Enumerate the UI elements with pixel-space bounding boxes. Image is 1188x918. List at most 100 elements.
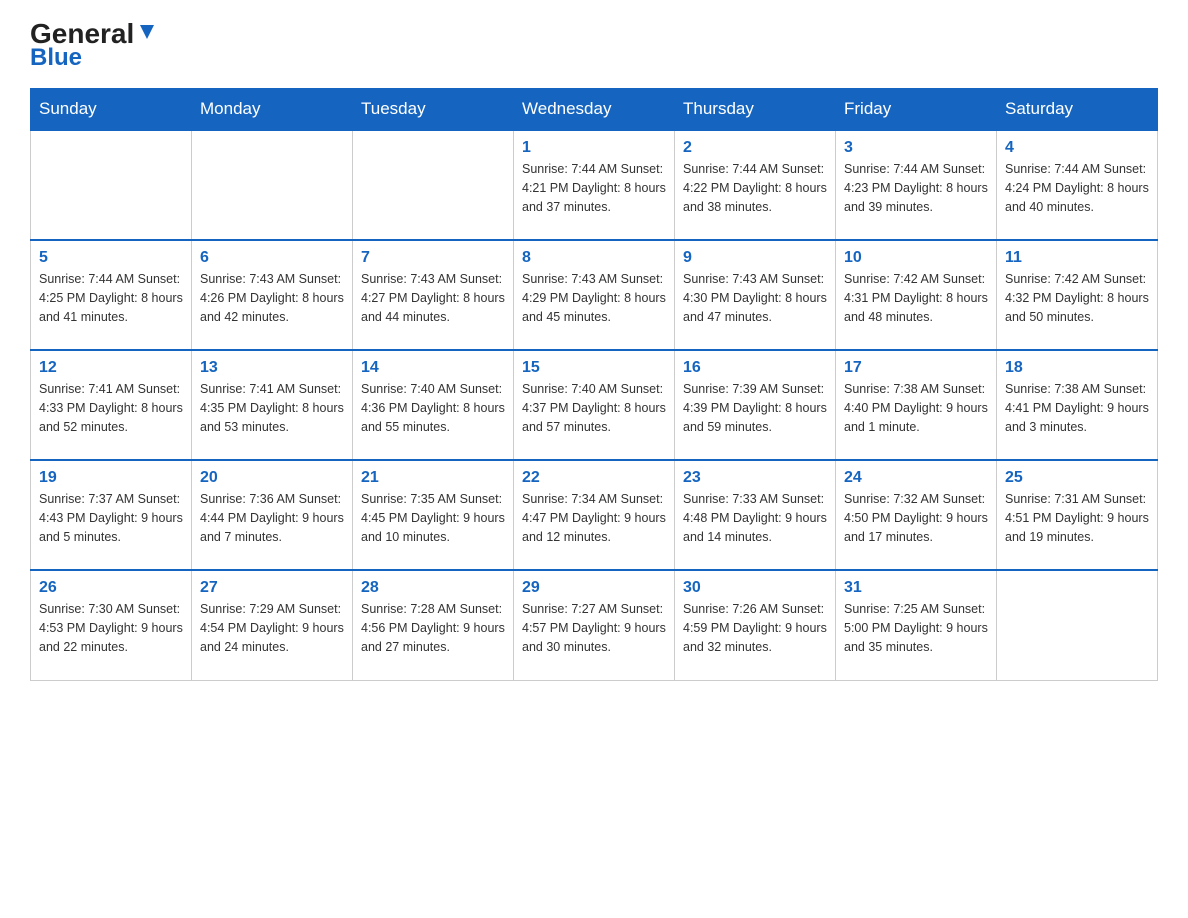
calendar-cell: 27 Sunrise: 7:29 AM Sunset: 4:54 PM Dayli… — [192, 570, 353, 680]
col-header-monday: Monday — [192, 89, 353, 131]
day-info: Sunrise: 7:40 AM Sunset: 4:37 PM Dayligh… — [522, 380, 666, 436]
day-info: Sunrise: 7:44 AM Sunset: 4:21 PM Dayligh… — [522, 160, 666, 216]
day-info: Sunrise: 7:39 AM Sunset: 4:39 PM Dayligh… — [683, 380, 827, 436]
day-info: Sunrise: 7:32 AM Sunset: 4:50 PM Dayligh… — [844, 490, 988, 546]
day-info: Sunrise: 7:35 AM Sunset: 4:45 PM Dayligh… — [361, 490, 505, 546]
day-number: 6 — [200, 249, 344, 267]
day-info: Sunrise: 7:30 AM Sunset: 4:53 PM Dayligh… — [39, 600, 183, 656]
col-header-wednesday: Wednesday — [514, 89, 675, 131]
day-number: 20 — [200, 469, 344, 487]
day-number: 31 — [844, 579, 988, 597]
day-info: Sunrise: 7:44 AM Sunset: 4:25 PM Dayligh… — [39, 270, 183, 326]
calendar-cell: 17 Sunrise: 7:38 AM Sunset: 4:40 PM Dayli… — [836, 350, 997, 460]
calendar-cell: 29Sunrise: 7:27 AM Sunset: 4:57 PM Dayli… — [514, 570, 675, 680]
calendar-cell — [192, 130, 353, 240]
calendar-cell: 6 Sunrise: 7:43 AM Sunset: 4:26 PM Daylig… — [192, 240, 353, 350]
calendar-table: SundayMondayTuesdayWednesdayThursdayFrid… — [30, 88, 1158, 681]
calendar-cell: 25 Sunrise: 7:31 AM Sunset: 4:51 PM Dayli… — [997, 460, 1158, 570]
calendar-cell: 8 Sunrise: 7:43 AM Sunset: 4:29 PM Daylig… — [514, 240, 675, 350]
day-info: Sunrise: 7:33 AM Sunset: 4:48 PM Dayligh… — [683, 490, 827, 546]
day-number: 3 — [844, 139, 988, 157]
calendar-cell — [353, 130, 514, 240]
calendar-week-3: 12Sunrise: 7:41 AM Sunset: 4:33 PM Dayli… — [31, 350, 1158, 460]
day-info: Sunrise: 7:43 AM Sunset: 4:26 PM Dayligh… — [200, 270, 344, 326]
col-header-sunday: Sunday — [31, 89, 192, 131]
day-number: 24 — [844, 469, 988, 487]
col-header-tuesday: Tuesday — [353, 89, 514, 131]
day-number: 29 — [522, 579, 666, 597]
day-info: Sunrise: 7:42 AM Sunset: 4:32 PM Dayligh… — [1005, 270, 1149, 326]
calendar-cell: 3 Sunrise: 7:44 AM Sunset: 4:23 PM Daylig… — [836, 130, 997, 240]
col-header-thursday: Thursday — [675, 89, 836, 131]
day-info: Sunrise: 7:31 AM Sunset: 4:51 PM Dayligh… — [1005, 490, 1149, 546]
day-number: 23 — [683, 469, 827, 487]
calendar-cell: 2Sunrise: 7:44 AM Sunset: 4:22 PM Daylig… — [675, 130, 836, 240]
day-number: 12 — [39, 359, 183, 377]
day-number: 17 — [844, 359, 988, 377]
day-info: Sunrise: 7:36 AM Sunset: 4:44 PM Dayligh… — [200, 490, 344, 546]
calendar-cell: 12Sunrise: 7:41 AM Sunset: 4:33 PM Dayli… — [31, 350, 192, 460]
calendar-cell: 19Sunrise: 7:37 AM Sunset: 4:43 PM Dayli… — [31, 460, 192, 570]
day-number: 21 — [361, 469, 505, 487]
day-number: 5 — [39, 249, 183, 267]
day-number: 16 — [683, 359, 827, 377]
calendar-cell: 9Sunrise: 7:43 AM Sunset: 4:30 PM Daylig… — [675, 240, 836, 350]
day-info: Sunrise: 7:40 AM Sunset: 4:36 PM Dayligh… — [361, 380, 505, 436]
calendar-cell: 1 Sunrise: 7:44 AM Sunset: 4:21 PM Daylig… — [514, 130, 675, 240]
calendar-cell: 14 Sunrise: 7:40 AM Sunset: 4:36 PM Dayli… — [353, 350, 514, 460]
calendar-cell: 16 Sunrise: 7:39 AM Sunset: 4:39 PM Dayli… — [675, 350, 836, 460]
day-info: Sunrise: 7:41 AM Sunset: 4:35 PM Dayligh… — [200, 380, 344, 436]
calendar-cell: 10 Sunrise: 7:42 AM Sunset: 4:31 PM Dayli… — [836, 240, 997, 350]
calendar-header-row: SundayMondayTuesdayWednesdayThursdayFrid… — [31, 89, 1158, 131]
calendar-cell: 24 Sunrise: 7:32 AM Sunset: 4:50 PM Dayli… — [836, 460, 997, 570]
day-number: 15 — [522, 359, 666, 377]
day-number: 8 — [522, 249, 666, 267]
day-number: 22 — [522, 469, 666, 487]
calendar-cell: 20 Sunrise: 7:36 AM Sunset: 4:44 PM Dayli… — [192, 460, 353, 570]
calendar-cell: 22Sunrise: 7:34 AM Sunset: 4:47 PM Dayli… — [514, 460, 675, 570]
day-info: Sunrise: 7:43 AM Sunset: 4:27 PM Dayligh… — [361, 270, 505, 326]
day-info: Sunrise: 7:38 AM Sunset: 4:41 PM Dayligh… — [1005, 380, 1149, 436]
calendar-week-2: 5 Sunrise: 7:44 AM Sunset: 4:25 PM Daylig… — [31, 240, 1158, 350]
day-info: Sunrise: 7:44 AM Sunset: 4:24 PM Dayligh… — [1005, 160, 1149, 216]
logo: General Blue — [30, 20, 158, 70]
calendar-week-4: 19Sunrise: 7:37 AM Sunset: 4:43 PM Dayli… — [31, 460, 1158, 570]
day-number: 25 — [1005, 469, 1149, 487]
day-number: 10 — [844, 249, 988, 267]
calendar-cell: 23 Sunrise: 7:33 AM Sunset: 4:48 PM Dayli… — [675, 460, 836, 570]
day-info: Sunrise: 7:28 AM Sunset: 4:56 PM Dayligh… — [361, 600, 505, 656]
day-number: 7 — [361, 249, 505, 267]
calendar-cell — [31, 130, 192, 240]
day-number: 13 — [200, 359, 344, 377]
day-info: Sunrise: 7:42 AM Sunset: 4:31 PM Dayligh… — [844, 270, 988, 326]
day-number: 18 — [1005, 359, 1149, 377]
day-number: 11 — [1005, 249, 1149, 267]
calendar-cell: 15 Sunrise: 7:40 AM Sunset: 4:37 PM Dayli… — [514, 350, 675, 460]
day-info: Sunrise: 7:26 AM Sunset: 4:59 PM Dayligh… — [683, 600, 827, 656]
calendar-cell: 30 Sunrise: 7:26 AM Sunset: 4:59 PM Dayli… — [675, 570, 836, 680]
calendar-cell: 4Sunrise: 7:44 AM Sunset: 4:24 PM Daylig… — [997, 130, 1158, 240]
day-number: 1 — [522, 139, 666, 157]
col-header-friday: Friday — [836, 89, 997, 131]
calendar-cell — [997, 570, 1158, 680]
day-info: Sunrise: 7:29 AM Sunset: 4:54 PM Dayligh… — [200, 600, 344, 656]
calendar-cell: 18 Sunrise: 7:38 AM Sunset: 4:41 PM Dayli… — [997, 350, 1158, 460]
calendar-cell: 21 Sunrise: 7:35 AM Sunset: 4:45 PM Dayli… — [353, 460, 514, 570]
day-info: Sunrise: 7:37 AM Sunset: 4:43 PM Dayligh… — [39, 490, 183, 546]
day-info: Sunrise: 7:44 AM Sunset: 4:23 PM Dayligh… — [844, 160, 988, 216]
day-info: Sunrise: 7:25 AM Sunset: 5:00 PM Dayligh… — [844, 600, 988, 656]
day-info: Sunrise: 7:43 AM Sunset: 4:29 PM Dayligh… — [522, 270, 666, 326]
day-number: 27 — [200, 579, 344, 597]
calendar-cell: 31 Sunrise: 7:25 AM Sunset: 5:00 PM Dayli… — [836, 570, 997, 680]
calendar-cell: 7 Sunrise: 7:43 AM Sunset: 4:27 PM Daylig… — [353, 240, 514, 350]
day-number: 2 — [683, 139, 827, 157]
page-header: General Blue — [30, 20, 1158, 70]
calendar-week-5: 26Sunrise: 7:30 AM Sunset: 4:53 PM Dayli… — [31, 570, 1158, 680]
day-number: 28 — [361, 579, 505, 597]
calendar-cell: 28 Sunrise: 7:28 AM Sunset: 4:56 PM Dayli… — [353, 570, 514, 680]
calendar-cell: 26Sunrise: 7:30 AM Sunset: 4:53 PM Dayli… — [31, 570, 192, 680]
day-number: 14 — [361, 359, 505, 377]
day-number: 30 — [683, 579, 827, 597]
day-info: Sunrise: 7:38 AM Sunset: 4:40 PM Dayligh… — [844, 380, 988, 436]
logo-blue: Blue — [30, 46, 82, 70]
